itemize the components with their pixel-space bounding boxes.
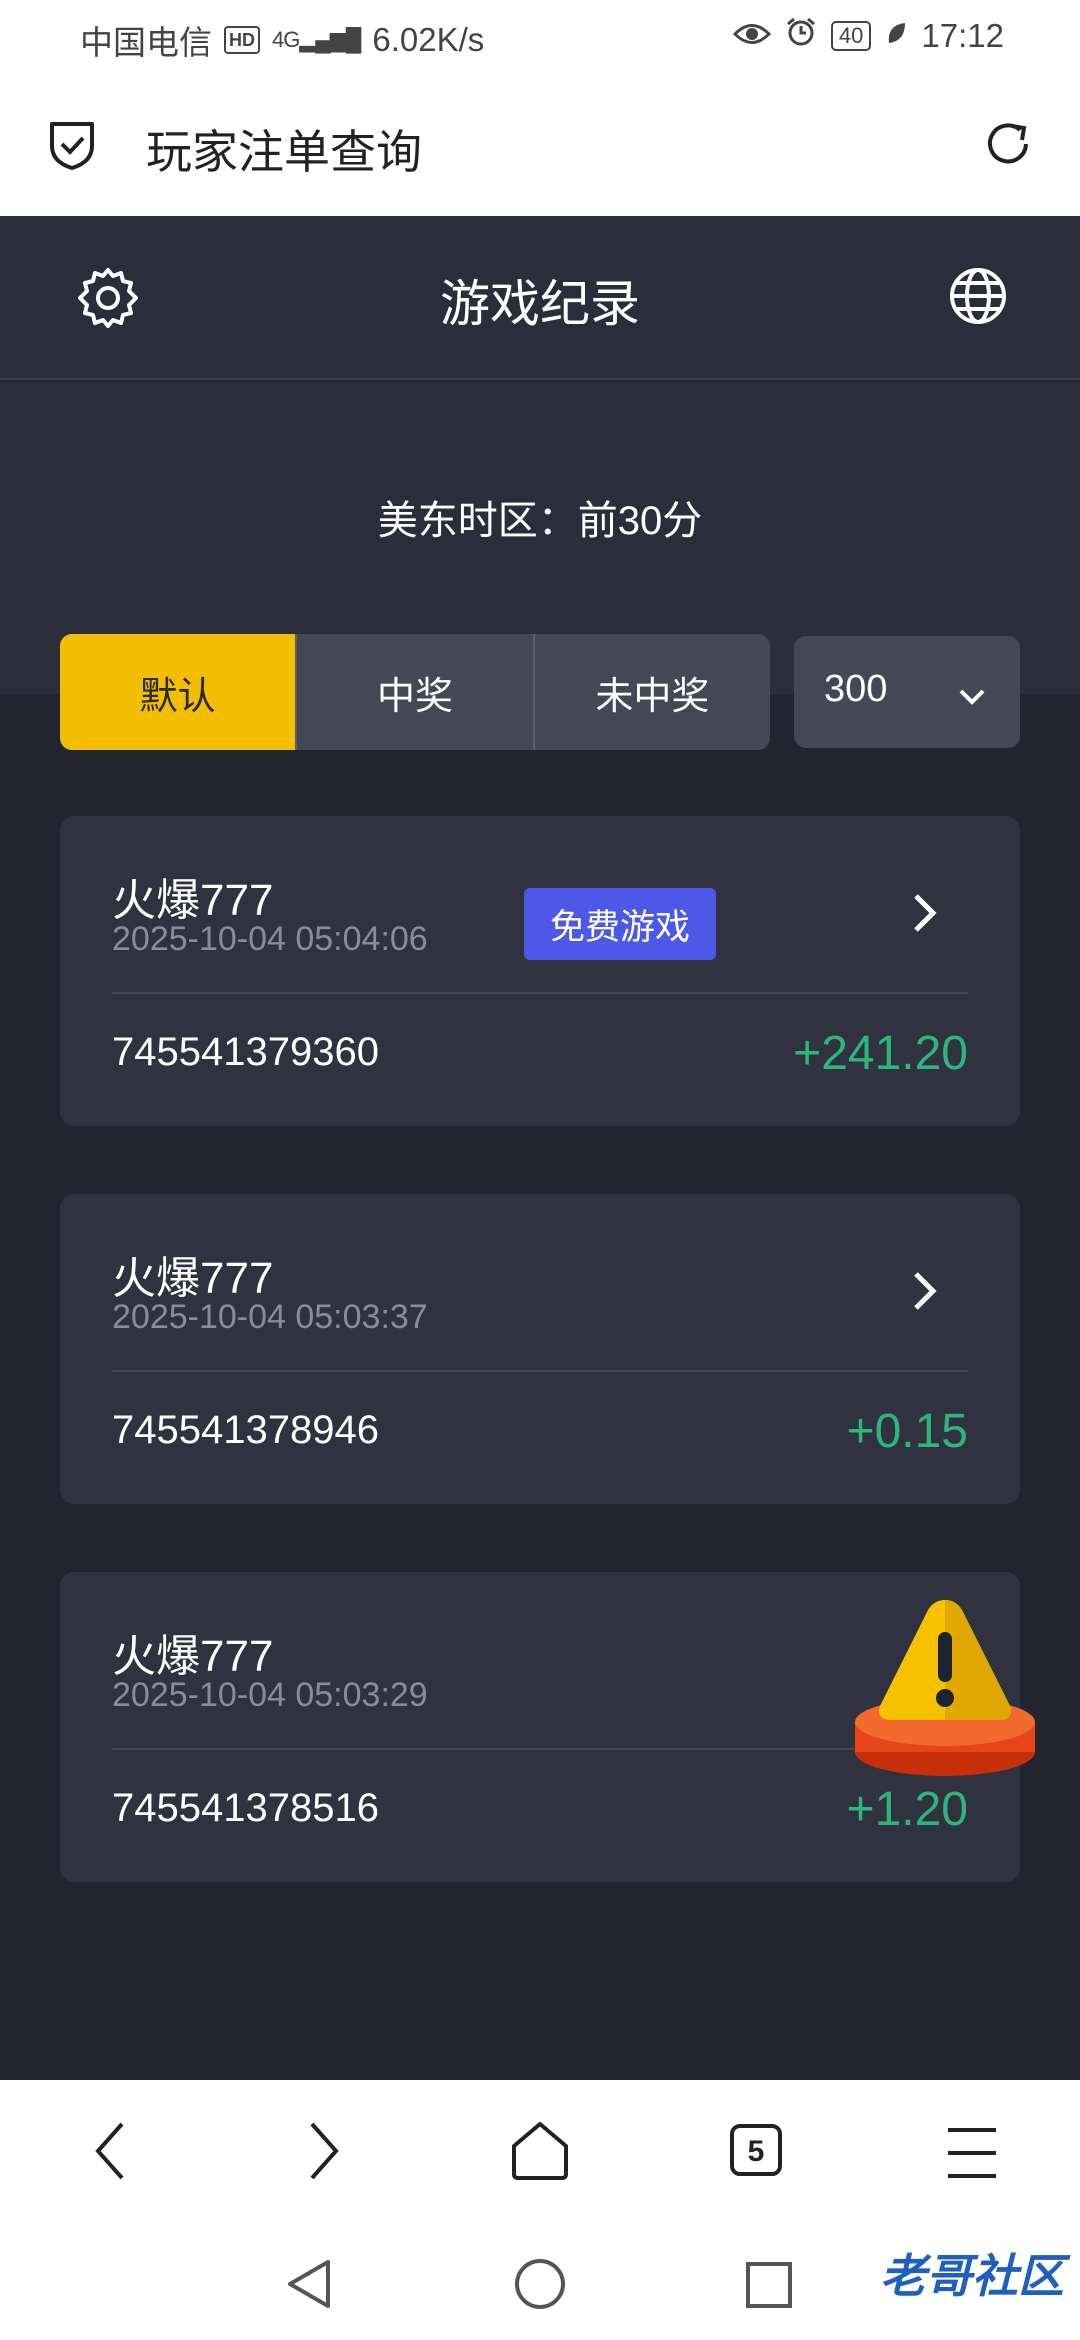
reload-icon[interactable] bbox=[980, 116, 1036, 177]
clock-time: 17:12 bbox=[921, 17, 1004, 54]
menu-icon[interactable] bbox=[944, 2126, 1000, 2185]
record-time: 2025-10-04 05:03:29 bbox=[112, 1676, 428, 1714]
eye-icon bbox=[732, 17, 772, 55]
bet-id: 745541378946 bbox=[112, 1408, 379, 1452]
card-divider bbox=[112, 992, 968, 994]
browser-bottom-nav: 5 bbox=[0, 2080, 1080, 2226]
win-amount: +0.15 bbox=[846, 1405, 968, 1458]
record-time: 2025-10-04 05:03:37 bbox=[112, 1298, 428, 1336]
tabs-icon[interactable]: 5 bbox=[728, 2122, 784, 2183]
carrier-name: 中国电信 bbox=[80, 24, 212, 61]
system-recents-icon[interactable] bbox=[744, 2260, 794, 2315]
record-card[interactable]: 火爆777 2025-10-04 05:03:37 745541378946 +… bbox=[60, 1194, 1020, 1504]
network-speed: 6.02K/s bbox=[372, 21, 485, 58]
home-icon[interactable] bbox=[508, 2116, 572, 2191]
card-divider bbox=[112, 1748, 968, 1750]
back-icon[interactable] bbox=[90, 2116, 130, 2191]
system-home-icon[interactable] bbox=[512, 2256, 568, 2317]
leaf-icon bbox=[885, 17, 907, 55]
chevron-right-icon[interactable] bbox=[912, 1270, 938, 1317]
browser-header: 玩家注单查询 bbox=[0, 72, 1080, 216]
battery-icon: 40 bbox=[830, 21, 872, 51]
forward-icon[interactable] bbox=[304, 2116, 344, 2191]
page-size-select[interactable]: 300 bbox=[794, 636, 1020, 748]
system-back-icon[interactable] bbox=[284, 2256, 334, 2317]
tab-count: 5 bbox=[748, 2135, 765, 2168]
shield-check-icon[interactable] bbox=[44, 116, 100, 177]
page-size-value: 300 bbox=[824, 668, 888, 710]
chevron-down-icon bbox=[958, 674, 986, 717]
page-title: 玩家注单查询 bbox=[146, 126, 422, 178]
game-name: 火爆777 bbox=[112, 876, 274, 925]
hd-badge: HD bbox=[224, 26, 260, 54]
status-bar-right: 40 17:12 bbox=[732, 16, 1004, 56]
game-record-app: 游戏纪录 美东时区：前30分 默认 中奖 未中奖 300 火爆777 2025-… bbox=[0, 216, 1080, 2080]
game-name: 火爆777 bbox=[112, 1632, 274, 1681]
alarm-icon bbox=[785, 16, 817, 56]
free-game-badge: 免费游戏 bbox=[524, 888, 716, 960]
warning-icon[interactable] bbox=[852, 1594, 1038, 1785]
status-bar: 中国电信 HD 4G▂▄▆█ 6.02K/s 40 17:12 bbox=[0, 0, 1080, 72]
signal-icon: 4G▂▄▆█ bbox=[272, 27, 361, 52]
win-amount: +1.20 bbox=[846, 1783, 968, 1836]
status-bar-left: 中国电信 HD 4G▂▄▆█ 6.02K/s bbox=[80, 16, 484, 64]
bet-id: 745541378516 bbox=[112, 1786, 379, 1830]
record-card[interactable]: 火爆777 2025-10-04 05:04:06 免费游戏 745541379… bbox=[60, 816, 1020, 1126]
app-header: 游戏纪录 bbox=[0, 216, 1080, 380]
win-amount: +241.20 bbox=[793, 1027, 968, 1080]
app-title: 游戏纪录 bbox=[440, 276, 640, 332]
tab-winning[interactable]: 中奖 bbox=[297, 634, 535, 750]
chevron-right-icon[interactable] bbox=[912, 892, 938, 939]
globe-icon[interactable] bbox=[948, 266, 1008, 331]
watermark-logo: 老哥社区 bbox=[880, 2250, 1064, 2302]
record-time: 2025-10-04 05:04:06 bbox=[112, 920, 428, 958]
tab-not-winning[interactable]: 未中奖 bbox=[535, 634, 770, 750]
system-nav-bar: 老哥社区 bbox=[0, 2226, 1080, 2340]
game-name: 火爆777 bbox=[112, 1254, 274, 1303]
tab-default[interactable]: 默认 bbox=[60, 634, 298, 750]
bet-id: 745541379360 bbox=[112, 1030, 379, 1074]
result-filter-tabs: 默认 中奖 未中奖 bbox=[60, 634, 770, 750]
timezone-text: 美东时区：前30分 bbox=[377, 499, 703, 543]
card-divider bbox=[112, 1370, 968, 1372]
